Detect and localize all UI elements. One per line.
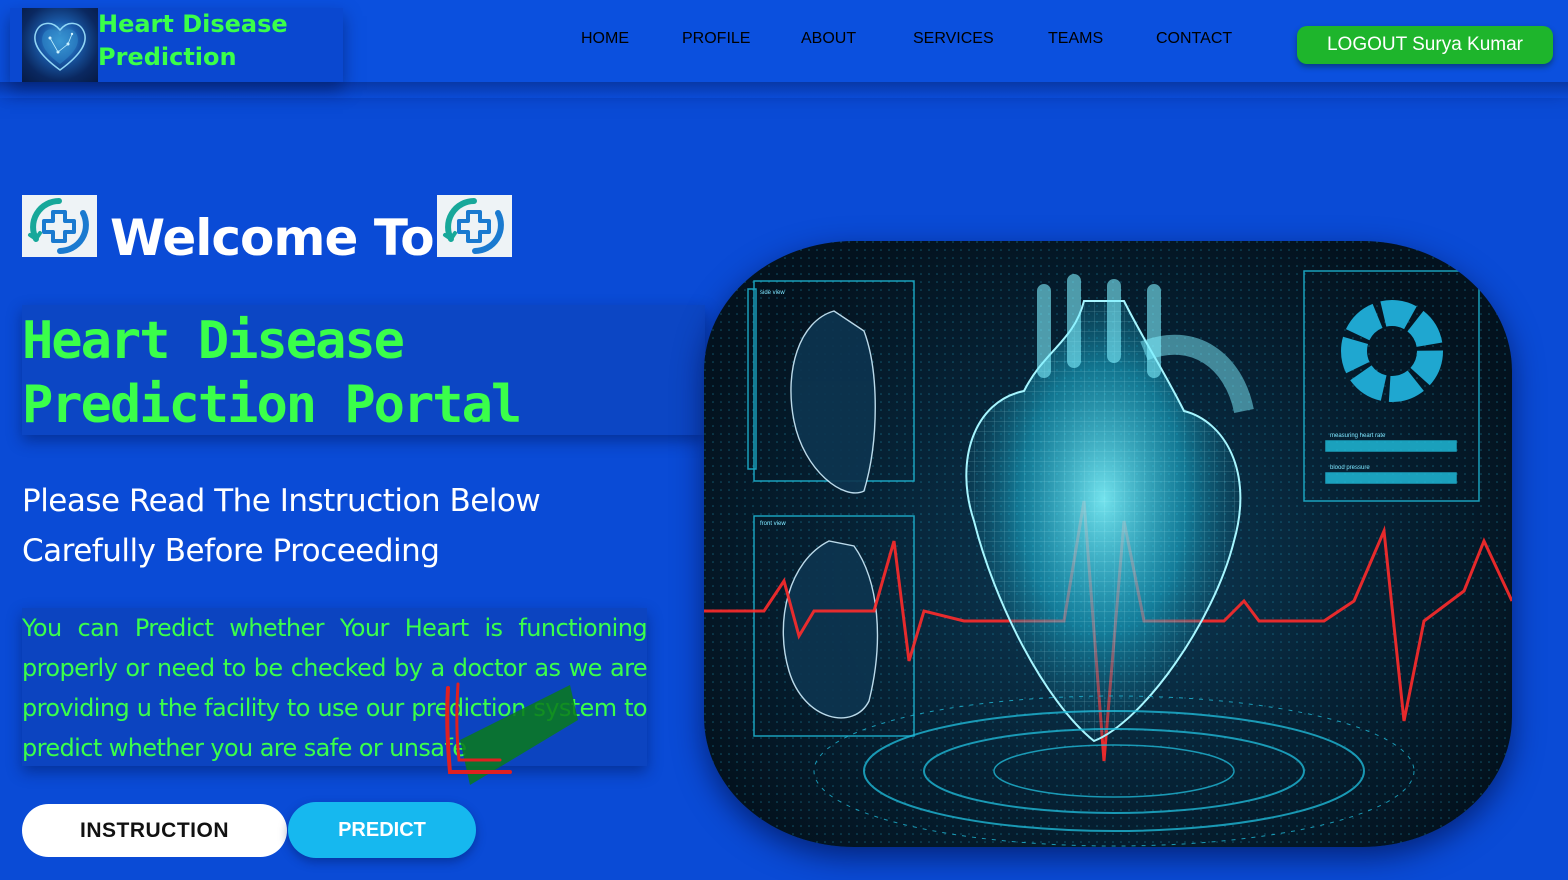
nav-about[interactable]: ABOUT — [801, 30, 856, 60]
welcome-text: Welcome To — [110, 209, 435, 267]
medical-cross-icon — [437, 195, 512, 257]
portal-title: Heart Disease Prediction Portal — [22, 311, 522, 435]
nav-home[interactable]: HOME — [581, 30, 629, 60]
instruction-button[interactable]: INSTRUCTION — [22, 804, 287, 857]
side-view-label: side view — [760, 290, 785, 296]
nav-contact[interactable]: CONTACT — [1156, 30, 1232, 60]
predict-button[interactable]: PREDICT — [288, 802, 476, 858]
description-text: You can Predict whether Your Heart is fu… — [22, 614, 648, 762]
medical-cross-icon — [22, 195, 97, 257]
nav-profile[interactable]: PROFILE — [682, 30, 750, 60]
nav-services[interactable]: SERVICES — [913, 30, 994, 60]
portal-title-box: Heart Disease Prediction Portal — [22, 305, 705, 435]
blood-pressure-label: blood pressure — [1330, 465, 1370, 471]
heart-logo-icon — [22, 8, 98, 82]
holographic-heart-image: side view front view measuring heart rat… — [704, 241, 1512, 847]
nav-teams[interactable]: TEAMS — [1048, 30, 1103, 60]
brand-title: Heart Disease Prediction — [98, 10, 288, 71]
logout-button[interactable]: LOGOUT Surya Kumar — [1297, 26, 1553, 64]
heart-rate-label: measuring heart rate — [1330, 433, 1386, 439]
front-view-label: front view — [760, 521, 786, 527]
instruction-heading: Please Read The Instruction Below Carefu… — [22, 483, 541, 569]
navbar-shadow — [0, 82, 1568, 98]
brand[interactable]: Heart Disease Prediction — [10, 8, 343, 82]
description-box: You can Predict whether Your Heart is fu… — [22, 608, 648, 766]
